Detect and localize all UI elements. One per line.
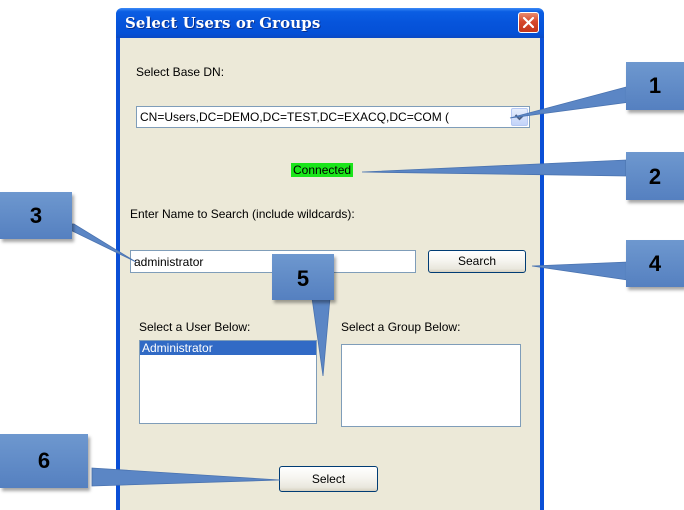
callout-6: 6 <box>0 434 88 488</box>
callout-pointer-2 <box>361 159 627 177</box>
callout-5: 5 <box>272 254 334 300</box>
callout-1: 1 <box>626 62 684 110</box>
callout-pointer-1 <box>509 85 631 119</box>
callout-pointer-5 <box>311 297 331 377</box>
callout-3: 3 <box>0 192 72 239</box>
screenshot-stage: Select Users or Groups Select Base DN: C… <box>0 0 684 510</box>
callout-pointer-4 <box>531 261 629 281</box>
callout-connectors <box>57 85 631 487</box>
callout-pointer-6 <box>91 467 281 487</box>
callout-2: 2 <box>626 152 684 200</box>
callout-4: 4 <box>626 240 684 287</box>
